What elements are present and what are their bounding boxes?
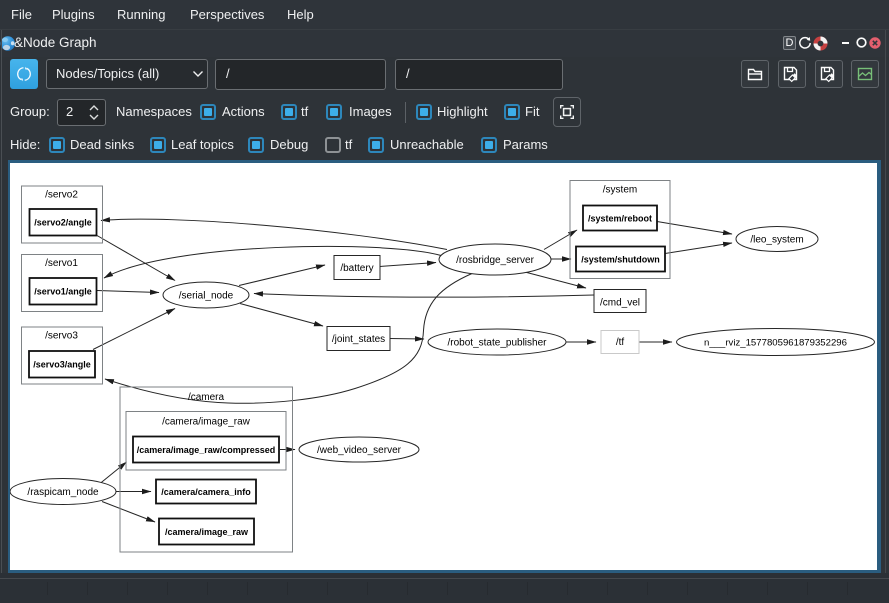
- svg-text:/camera/image_raw/compressed: /camera/image_raw/compressed: [137, 445, 276, 455]
- svg-text:/leo_system: /leo_system: [750, 234, 803, 245]
- svg-text:/camera/camera_info: /camera/camera_info: [161, 487, 251, 497]
- svg-text:/servo3/angle: /servo3/angle: [33, 359, 91, 369]
- svg-text:n___rviz_1577805961879352296: n___rviz_1577805961879352296: [704, 337, 847, 348]
- svg-text:/battery: /battery: [340, 263, 373, 274]
- svg-text:/raspicam_node: /raspicam_node: [27, 487, 99, 498]
- svg-text:/cmd_vel: /cmd_vel: [600, 297, 640, 308]
- svg-text:/camera/image_raw: /camera/image_raw: [162, 416, 251, 427]
- svg-text:/servo2/angle: /servo2/angle: [34, 217, 92, 227]
- svg-text:/servo2: /servo2: [45, 189, 78, 200]
- svg-text:/camera/image_raw: /camera/image_raw: [165, 527, 249, 537]
- svg-text:/servo3: /servo3: [45, 330, 78, 341]
- svg-text:/servo1: /servo1: [45, 258, 78, 269]
- svg-text:/joint_states: /joint_states: [332, 334, 385, 345]
- svg-text:/servo1/angle: /servo1/angle: [34, 286, 92, 296]
- svg-text:/serial_node: /serial_node: [179, 290, 234, 301]
- svg-text:/robot_state_publisher: /robot_state_publisher: [448, 337, 548, 348]
- svg-text:/system/shutdown: /system/shutdown: [581, 254, 660, 264]
- svg-text:/camera: /camera: [188, 392, 225, 403]
- svg-text:/tf: /tf: [616, 337, 625, 348]
- svg-text:/system: /system: [603, 184, 637, 195]
- svg-text:/rosbridge_server: /rosbridge_server: [456, 255, 534, 266]
- svg-text:/web_video_server: /web_video_server: [317, 445, 402, 456]
- svg-text:/system/reboot: /system/reboot: [588, 213, 652, 223]
